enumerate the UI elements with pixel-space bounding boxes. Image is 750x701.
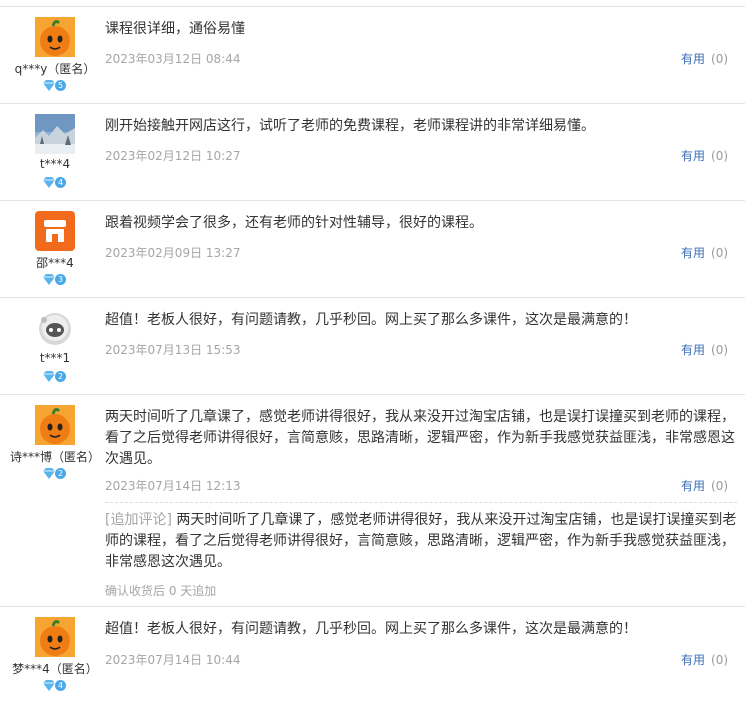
member-level-number: 3 — [55, 274, 66, 285]
followup-review: [追加评论] 两天时间听了几章课了，感觉老师讲得很好，我从来没开过淘宝店铺，也是… — [105, 510, 737, 573]
review-item: 邵***4 3 跟着视频学会了很多，还有老师的针对性辅导，很好的课程。 2023… — [0, 200, 745, 297]
grey-astronaut-avatar — [35, 308, 75, 348]
review-date: 2023年02月09日 13:27 — [105, 246, 241, 260]
review-content: 超值！老板人很好，有问题请教，几乎秒回。网上买了那么多课件，这次是最满意的！ — [105, 621, 637, 637]
reviewer-name: 诗***博（匿名） — [9, 450, 100, 464]
orange-mascot-avatar — [35, 617, 75, 657]
useful-count: (0) — [711, 343, 729, 357]
useful-label[interactable]: 有用 — [681, 653, 705, 667]
review-item: q***y（匿名） 5 课程很详细，通俗易懂 2023年03月12日 08:44… — [0, 6, 745, 103]
followup-content: 两天时间听了几章课了，感觉老师讲得很好，我从来没开过淘宝店铺，也是误打误撞买到老… — [105, 512, 737, 570]
review-item: 诗***博（匿名） 2 两天时间听了几章课了，感觉老师讲得很好，我从来没开过淘宝… — [0, 394, 745, 606]
followup-tag: [追加评论] — [105, 512, 172, 528]
useful-button[interactable]: 有用 (0) — [681, 477, 728, 494]
useful-count: (0) — [711, 149, 729, 163]
member-level-badge: 2 — [42, 467, 68, 481]
member-level-number: 2 — [55, 468, 66, 479]
useful-button[interactable]: 有用 (0) — [681, 341, 728, 358]
review-item: 梦***4（匿名） 4 超值！老板人很好，有问题请教，几乎秒回。网上买了那么多课… — [0, 606, 745, 701]
followup-meta: 确认收货后 0 天追加 — [105, 584, 217, 598]
useful-count: (0) — [711, 479, 729, 493]
useful-label[interactable]: 有用 — [681, 246, 705, 260]
useful-count: (0) — [711, 653, 729, 667]
reviewer-name: t***4 — [39, 157, 71, 171]
member-level-badge: 4 — [42, 679, 68, 693]
reviewer-name: 邵***4 — [36, 256, 74, 270]
reviewer-name: 梦***4（匿名） — [12, 662, 98, 676]
useful-label[interactable]: 有用 — [681, 343, 705, 357]
orange-mascot-avatar — [35, 17, 75, 57]
review-content: 跟着视频学会了很多，还有老师的针对性辅导，很好的课程。 — [105, 215, 483, 231]
followup-divider — [105, 502, 737, 503]
review-date: 2023年02月12日 10:27 — [105, 149, 241, 163]
member-level-number: 5 — [55, 80, 66, 91]
review-date: 2023年03月12日 08:44 — [105, 52, 241, 66]
member-level-number: 2 — [55, 371, 66, 382]
winter-landscape-avatar — [35, 114, 75, 154]
review-item: t***4 4 刚开始接触开网店这行，试听了老师的免费课程，老师课程讲的非常详细… — [0, 103, 745, 200]
member-level-badge: 4 — [42, 176, 68, 190]
review-date: 2023年07月13日 15:53 — [105, 343, 241, 357]
member-level-number: 4 — [55, 680, 66, 691]
orange-mascot-avatar — [35, 405, 75, 445]
useful-button[interactable]: 有用 (0) — [681, 50, 728, 67]
review-content: 刚开始接触开网店这行，试听了老师的免费课程，老师课程讲的非常详细易懂。 — [105, 118, 595, 134]
useful-button[interactable]: 有用 (0) — [681, 651, 728, 668]
reviewer-name: t***1 — [39, 351, 71, 365]
member-level-badge: 3 — [42, 273, 68, 287]
review-content: 超值！老板人很好，有问题请教，几乎秒回。网上买了那么多课件，这次是最满意的！ — [105, 312, 637, 328]
review-item: t***1 2 超值！老板人很好，有问题请教，几乎秒回。网上买了那么多课件，这次… — [0, 297, 745, 394]
review-date: 2023年07月14日 12:13 — [105, 479, 241, 493]
review-date: 2023年07月14日 10:44 — [105, 653, 241, 667]
reviewer-name: q***y（匿名） — [14, 62, 96, 76]
useful-count: (0) — [711, 246, 729, 260]
useful-button[interactable]: 有用 (0) — [681, 244, 728, 261]
useful-button[interactable]: 有用 (0) — [681, 147, 728, 164]
review-content: 两天时间听了几章课了，感觉老师讲得很好，我从来没开过淘宝店铺，也是误打误撞买到老… — [105, 409, 735, 467]
member-level-badge: 2 — [42, 370, 68, 384]
review-content: 课程很详细，通俗易懂 — [105, 21, 245, 37]
orange-shop-avatar — [35, 211, 75, 251]
member-level-badge: 5 — [42, 79, 68, 93]
useful-label[interactable]: 有用 — [681, 52, 705, 66]
useful-count: (0) — [711, 52, 729, 66]
useful-label[interactable]: 有用 — [681, 479, 705, 493]
useful-label[interactable]: 有用 — [681, 149, 705, 163]
member-level-number: 4 — [55, 177, 66, 188]
